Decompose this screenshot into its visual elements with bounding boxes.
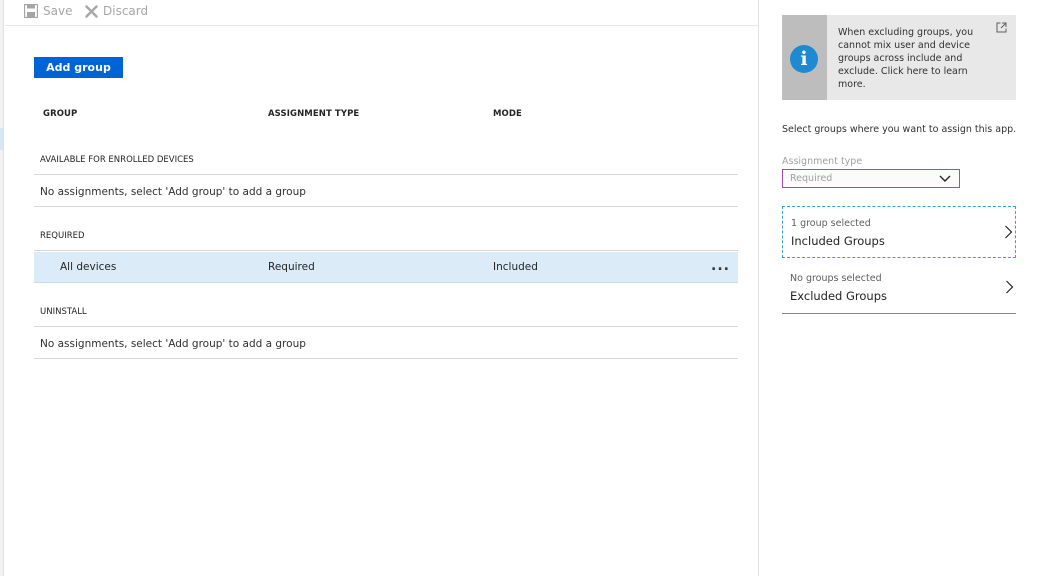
assignment-type-dropdown[interactable]: Required	[782, 169, 960, 188]
discard-button[interactable]: Discard	[85, 2, 148, 20]
row-mode: Included	[493, 261, 538, 273]
chevron-right-icon	[1006, 280, 1014, 294]
empty-assignments-message: No assignments, select 'Add group' to ad…	[40, 338, 306, 350]
divider	[34, 326, 738, 327]
info-icon-bar: i	[782, 15, 827, 100]
command-bar: Save Discard	[5, 0, 759, 26]
save-button[interactable]: Save	[24, 2, 72, 20]
left-nav-highlight	[0, 128, 3, 150]
assignment-type-label: Assignment type	[782, 156, 863, 167]
table-row[interactable]: All devices Required Included ...	[34, 252, 738, 283]
assignment-type-value: Required	[790, 173, 833, 184]
excluded-groups-count: No groups selected	[790, 273, 882, 284]
assignments-pane: Save Discard Add group GROUP ASSIGNMENT …	[5, 0, 759, 576]
section-title-required: REQUIRED	[40, 231, 85, 241]
section-title-available: AVAILABLE FOR ENROLLED DEVICES	[40, 155, 194, 165]
add-group-blade: i When excluding groups, you cannot mix …	[760, 0, 1038, 576]
row-assignment-type: Required	[268, 261, 315, 273]
excluded-groups-selector[interactable]: No groups selected Excluded Groups	[782, 262, 1016, 314]
divider	[34, 174, 738, 175]
info-icon: i	[790, 45, 818, 73]
save-icon	[24, 4, 38, 18]
column-header-assignment-type[interactable]: ASSIGNMENT TYPE	[268, 109, 359, 119]
info-banner[interactable]: i When excluding groups, you cannot mix …	[782, 15, 1016, 100]
included-groups-title: Included Groups	[791, 234, 885, 248]
chevron-down-icon	[939, 175, 951, 182]
assign-description: Select groups where you want to assign t…	[782, 124, 1017, 135]
divider	[34, 206, 738, 207]
empty-assignments-message: No assignments, select 'Add group' to ad…	[40, 186, 306, 198]
discard-label: Discard	[103, 4, 149, 18]
close-icon	[85, 4, 98, 18]
divider	[34, 250, 738, 251]
section-title-uninstall: UNINSTALL	[40, 307, 87, 317]
save-label: Save	[43, 4, 73, 18]
info-banner-text: When excluding groups, you cannot mix us…	[838, 27, 974, 90]
divider	[34, 358, 738, 359]
chevron-right-icon	[1005, 225, 1013, 239]
left-nav-strip	[0, 0, 4, 576]
column-header-group[interactable]: GROUP	[43, 109, 77, 119]
open-external-icon[interactable]	[996, 22, 1007, 33]
excluded-groups-title: Excluded Groups	[790, 289, 888, 303]
row-group-name: All devices	[60, 261, 117, 273]
add-group-button[interactable]: Add group	[34, 57, 123, 78]
column-header-mode[interactable]: MODE	[493, 109, 522, 119]
more-options-icon[interactable]: ...	[711, 258, 730, 274]
included-groups-count: 1 group selected	[791, 218, 871, 229]
included-groups-selector[interactable]: 1 group selected Included Groups	[782, 206, 1016, 258]
